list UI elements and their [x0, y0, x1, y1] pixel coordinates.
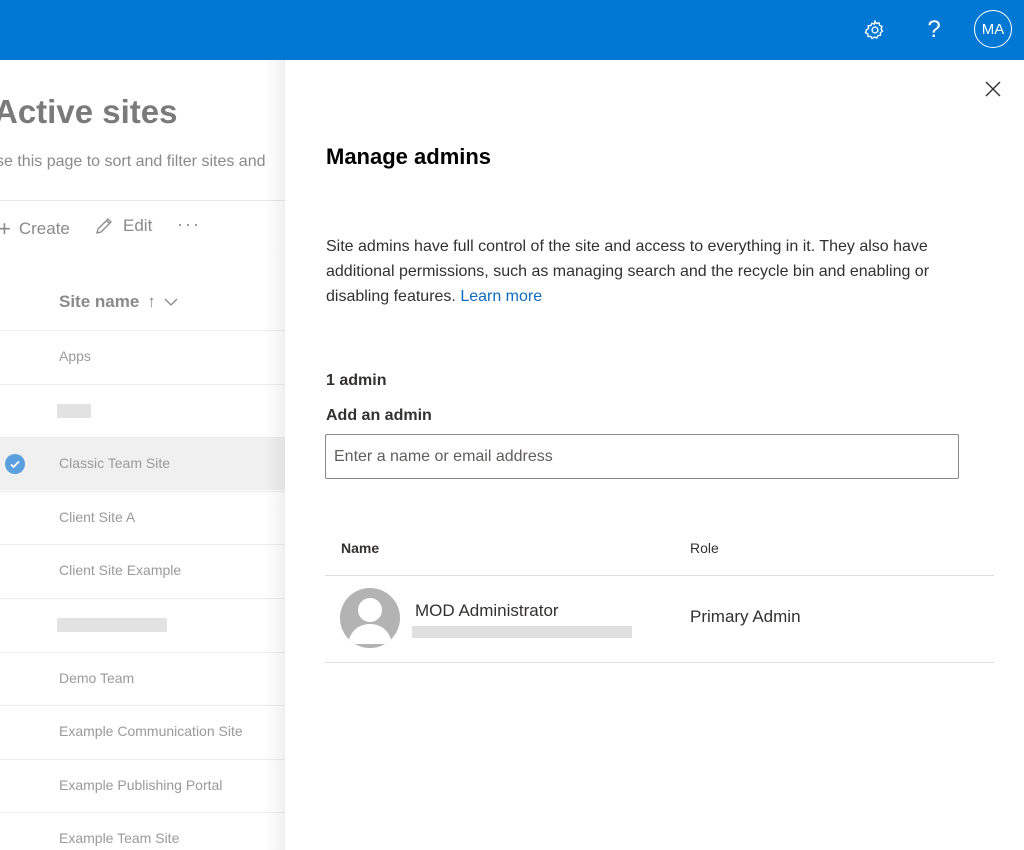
redacted-site-name	[57, 404, 91, 418]
user-avatar[interactable]: MA	[974, 10, 1012, 48]
site-name: Example Communication Site	[59, 723, 243, 739]
table-row[interactable]: Client Site Example	[0, 544, 285, 597]
sort-ascending-icon: ↑	[147, 292, 156, 311]
role-column-header: Role	[690, 540, 719, 556]
table-row[interactable]: Example Publishing Portal	[0, 759, 285, 812]
table-row[interactable]: Example Communication Site	[0, 705, 285, 758]
person-avatar-icon	[340, 588, 400, 648]
table-row[interactable]: Demo Team	[0, 652, 285, 705]
site-name-column-header[interactable]: Site name ↑	[59, 292, 178, 312]
site-name: Client Site Example	[59, 562, 182, 578]
panel-description: Site admins have full control of the sit…	[326, 234, 991, 309]
panel-shadow	[265, 60, 285, 850]
table-row[interactable]: Example Team Site	[0, 812, 285, 850]
add-admin-label: Add an admin	[326, 407, 432, 424]
plus-icon: +	[0, 216, 11, 241]
table-row[interactable]: Classic Team Site	[0, 437, 285, 490]
site-name: Demo Team	[59, 670, 135, 686]
description-text: Site admins have full control of the sit…	[326, 238, 930, 305]
admin-name: MOD Administrator	[415, 601, 559, 620]
site-name: Apps	[59, 348, 91, 364]
active-sites-page: Active sites se this page to sort and fi…	[0, 60, 285, 850]
create-label: Create	[18, 219, 70, 238]
admin-count: 1 admin	[326, 372, 387, 389]
panel-title: Manage admins	[326, 144, 492, 169]
edit-label: Edit	[123, 216, 153, 235]
site-name: Example Team Site	[59, 830, 180, 846]
learn-more-link[interactable]: Learn more	[460, 288, 542, 305]
create-button[interactable]: + Create	[0, 216, 70, 242]
help-icon[interactable]: ?	[919, 15, 949, 45]
manage-admins-panel: Manage admins Site admins have full cont…	[285, 60, 1024, 850]
top-app-bar: ? MA	[0, 0, 1024, 60]
admin-email-redacted	[412, 626, 632, 638]
site-name: Classic Team Site	[59, 455, 171, 471]
add-admin-input[interactable]	[325, 434, 959, 479]
divider	[0, 200, 285, 201]
admin-role: Primary Admin	[690, 607, 801, 626]
pencil-icon	[94, 216, 114, 236]
table-row[interactable]: Apps	[0, 330, 285, 383]
table-row[interactable]	[0, 384, 285, 437]
close-icon[interactable]	[982, 78, 1004, 100]
site-name: Example Publishing Portal	[59, 777, 223, 793]
table-row[interactable]	[0, 598, 285, 651]
table-row[interactable]: Client Site A	[0, 491, 285, 544]
page-subtitle: se this page to sort and filter sites an…	[0, 153, 266, 170]
column-label: Site name	[59, 292, 140, 311]
gear-icon[interactable]	[860, 15, 890, 45]
page-title: Active sites	[0, 93, 178, 130]
edit-button[interactable]: Edit	[94, 216, 152, 236]
site-name: Client Site A	[59, 509, 136, 525]
table-divider	[325, 575, 994, 576]
chevron-down-icon	[164, 297, 178, 307]
name-column-header: Name	[341, 540, 380, 556]
more-options-button[interactable]: ···	[177, 214, 201, 235]
checkmark-icon[interactable]	[5, 454, 25, 474]
table-divider	[325, 662, 994, 663]
redacted-site-name	[57, 618, 167, 632]
